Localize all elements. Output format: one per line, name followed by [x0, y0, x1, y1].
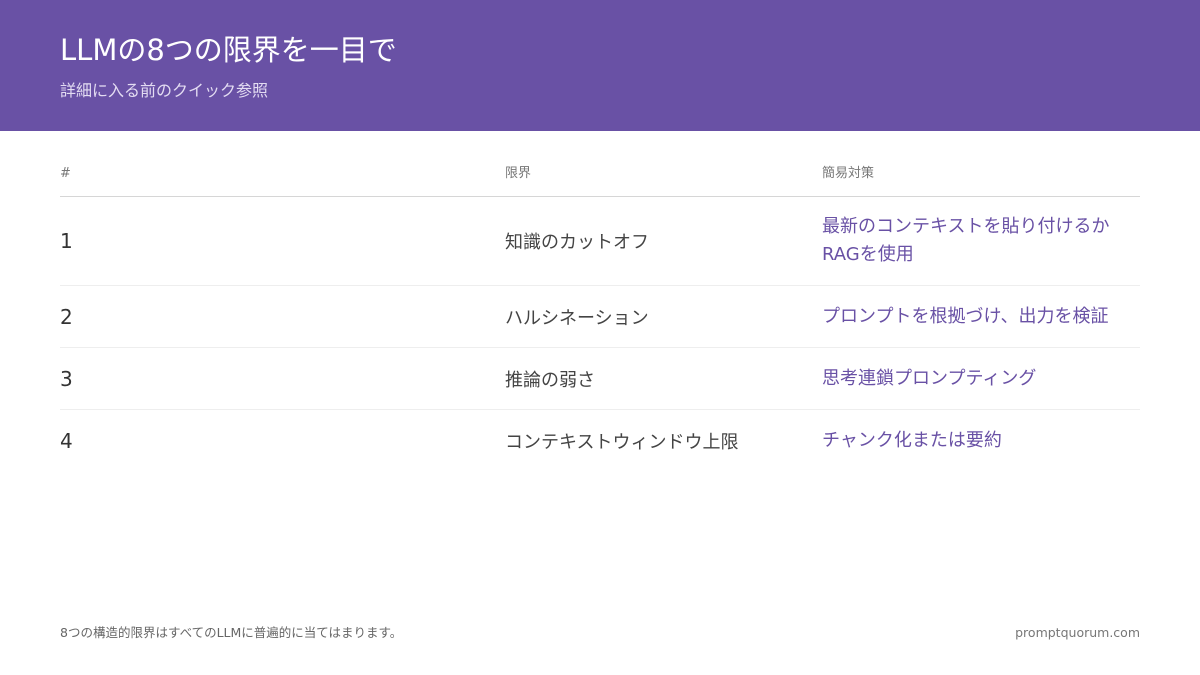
footer-note: 8つの構造的限界はすべてのLLMに普遍的に当てはまります。 — [60, 625, 403, 640]
row-limitation: 知識のカットオフ — [505, 232, 649, 253]
page-title: LLMの8つの限界を一目で — [60, 33, 397, 67]
row-limitation: 推論の弱さ — [505, 369, 595, 391]
table-header-row: # 限界 簡易対策 — [60, 162, 1140, 197]
limitations-table: # 限界 簡易対策 1 知識のカットオフ 最新のコンテキストを貼り付けるかRAG… — [60, 162, 1140, 472]
header-banner: LLMの8つの限界を一目で 詳細に入る前のクイック参照 — [0, 0, 1200, 131]
row-limitation: コンテキストウィンドウ上限 — [505, 432, 739, 453]
row-number: 2 — [60, 304, 73, 329]
row-number: 4 — [60, 429, 73, 453]
column-header-number: # — [60, 166, 71, 181]
row-quick-fix: 思考連鎖プロンプティング — [822, 367, 1037, 389]
row-number: 3 — [60, 366, 73, 391]
table-row: 4 コンテキストウィンドウ上限 チャンク化または要約 — [60, 410, 1140, 472]
page-subtitle: 詳細に入る前のクイック参照 — [60, 81, 269, 100]
row-quick-fix: チャンク化または要約 — [822, 430, 1002, 451]
row-quick-fix: 最新のコンテキストを貼り付けるかRAGを使用 — [822, 216, 1110, 265]
column-header-limitation: 限界 — [505, 166, 532, 181]
row-limitation: ハルシネーション — [505, 307, 649, 329]
footer-brand: promptquorum.com — [1015, 625, 1140, 640]
row-number: 1 — [60, 229, 73, 253]
table-row: 1 知識のカットオフ 最新のコンテキストを貼り付けるかRAGを使用 — [60, 197, 1140, 286]
row-quick-fix: プロンプトを根拠づけ、出力を検証 — [822, 305, 1109, 327]
column-header-quick-fix: 簡易対策 — [822, 166, 875, 181]
table-row: 2 ハルシネーション プロンプトを根拠づけ、出力を検証 — [60, 286, 1140, 348]
slide: LLMの8つの限界を一目で 詳細に入る前のクイック参照 # 限界 簡易対策 1 … — [0, 0, 1200, 675]
table-row: 3 推論の弱さ 思考連鎖プロンプティング — [60, 348, 1140, 410]
